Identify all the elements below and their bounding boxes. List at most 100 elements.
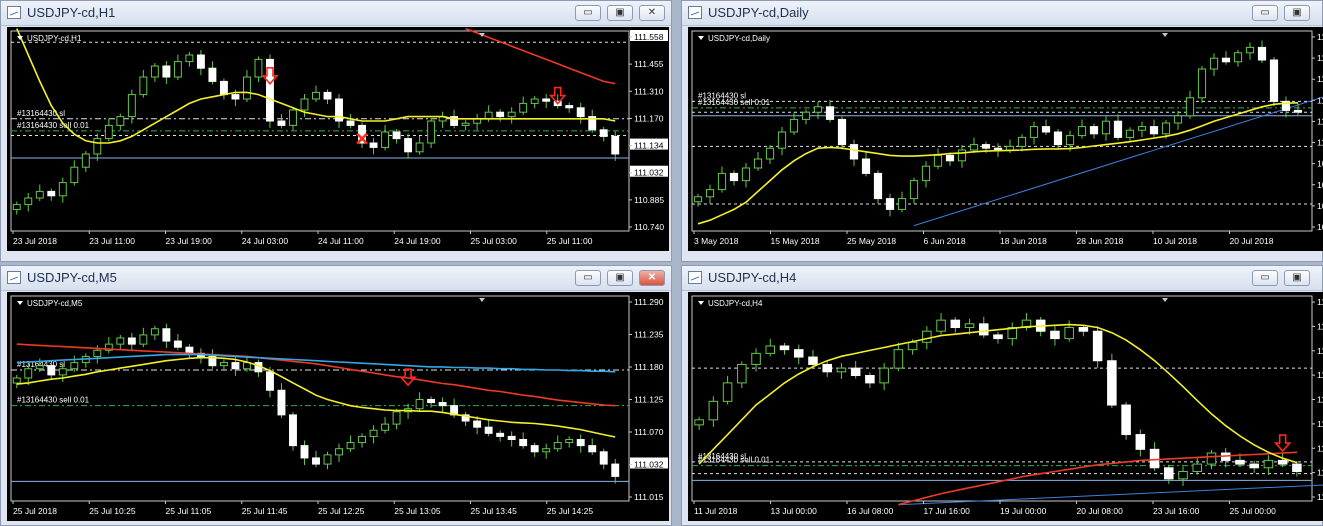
candle-body: [104, 124, 113, 140]
candle-body: [35, 190, 44, 199]
chart-window-daily[interactable]: USDJPY-cd,Daily ▭ ▣ #13164430 sl #1316443…: [681, 0, 1323, 262]
candle-body: [978, 323, 989, 336]
restore-button[interactable]: ▣: [607, 270, 633, 286]
candle-body: [1192, 463, 1203, 472]
candle-body: [1149, 126, 1159, 135]
window-title: USDJPY-cd,H1: [27, 5, 116, 20]
minimize-button[interactable]: ▭: [575, 5, 601, 21]
candle-body: [231, 94, 240, 100]
candle-body: [873, 172, 883, 200]
time-tick-label: 25 Jul 03:00: [471, 236, 518, 246]
candle-body: [1293, 109, 1303, 113]
candle-body: [150, 328, 159, 336]
price-chart[interactable]: #13164430 sl #13164430 sell 0.01 USDJPY-cd…: [7, 292, 669, 521]
time-tick-label: 25 Jul 11:05: [166, 506, 212, 516]
time-tick-label: 23 Jul 2018: [13, 236, 57, 246]
candle-body: [162, 65, 171, 78]
candle-body: [196, 54, 205, 69]
candle-body: [909, 180, 919, 200]
title-bar[interactable]: USDJPY-cd,H1 ▭ ▣ ✕: [1, 1, 671, 26]
level-label: #13164430 sell 0.01: [17, 121, 90, 130]
price-chart[interactable]: #13164430 sl #13164430 sell 0.01 USDJPY-cd…: [688, 27, 1323, 251]
title-bar[interactable]: USDJPY-cd,H4 ▭ ▣: [682, 266, 1322, 291]
candle-body: [850, 367, 861, 377]
candle-body: [693, 196, 703, 203]
candle-body: [266, 371, 274, 391]
candle-body: [312, 91, 320, 100]
restore-button[interactable]: ▣: [1284, 5, 1310, 21]
candle-body: [1092, 330, 1103, 362]
candle-body: [1089, 126, 1099, 135]
price-tick-label: 111.558: [634, 32, 664, 42]
candle-body: [599, 451, 608, 465]
candle-body: [1164, 467, 1174, 480]
candle-body: [907, 341, 918, 351]
candle-body: [1101, 120, 1111, 135]
price-tick-label: 10: [1317, 222, 1323, 232]
candle-body: [861, 158, 871, 174]
candle-body: [392, 411, 401, 425]
chart-window-h1[interactable]: USDJPY-cd,H1 ▭ ▣ ✕ #13164430 sl #13164430…: [0, 0, 672, 262]
candle-body: [173, 61, 182, 78]
window-title: USDJPY-cd,Daily: [708, 5, 809, 20]
candle-body: [777, 131, 787, 149]
candle-body: [722, 382, 733, 402]
candle-body: [964, 323, 975, 329]
price-chart[interactable]: #13164430 sl #13164430 sell 0.01 USDJPY-cd…: [688, 292, 1323, 521]
candle-body: [1041, 126, 1051, 133]
time-tick-label: 25 Jul 13:05: [394, 506, 441, 516]
price-chart[interactable]: #13164430 sl #13164430 sell 0.01 USDJPY-cd…: [7, 27, 669, 251]
restore-button[interactable]: ▣: [607, 5, 633, 21]
chart-shift-icon: [479, 298, 485, 302]
candle-body: [162, 328, 171, 342]
minimize-button[interactable]: ▭: [1252, 5, 1278, 21]
candle-body: [779, 345, 790, 351]
price-tick-label: 11: [1317, 95, 1323, 105]
level-label: #13164430 sell 0.01: [698, 456, 771, 465]
candle-body: [1077, 126, 1087, 137]
price-tick-label: 11: [1317, 32, 1323, 42]
minimize-button[interactable]: ▭: [575, 270, 601, 286]
candle-body: [885, 198, 895, 210]
price-tick-label: 111.310: [634, 86, 664, 96]
candle-body: [753, 158, 763, 169]
candle-body: [300, 445, 309, 459]
time-tick-label: 20 Jul 08:00: [1077, 506, 1124, 516]
candle-body: [1017, 136, 1027, 147]
time-tick-label: 25 Jul 10:25: [89, 506, 136, 516]
candle-body: [127, 94, 136, 118]
price-tick-label: 11: [1317, 492, 1323, 502]
candle-body: [70, 362, 79, 370]
time-tick-label: 16 Jul 08:00: [847, 506, 894, 516]
close-button[interactable]: ✕: [639, 270, 665, 286]
restore-button[interactable]: ▣: [1284, 270, 1310, 286]
candle-body: [484, 426, 493, 434]
candle-body: [981, 144, 991, 149]
candle-body: [789, 118, 799, 133]
time-tick-label: 25 Jul 13:45: [471, 506, 518, 516]
plot-frame: [691, 295, 1313, 502]
candle-body: [219, 80, 228, 96]
minimize-button[interactable]: ▭: [1252, 270, 1278, 286]
title-bar[interactable]: USDJPY-cd,M5 ▭ ▣ ✕: [1, 266, 671, 291]
plot-frame: [10, 295, 630, 502]
candle-body: [1185, 97, 1195, 117]
candle-body: [837, 118, 847, 146]
candle-body: [24, 197, 33, 206]
chart-menu-icon: [698, 36, 704, 40]
title-bar[interactable]: USDJPY-cd,Daily ▭ ▣: [682, 1, 1322, 26]
time-tick-label: 25 Jul 14:25: [547, 506, 594, 516]
chart-label: USDJPY-cd,Daily: [708, 34, 770, 43]
chart-window-m5[interactable]: USDJPY-cd,M5 ▭ ▣ ✕ #13164430 sl #13164430…: [0, 265, 672, 526]
close-button[interactable]: ✕: [639, 5, 665, 21]
chart-window-h4[interactable]: USDJPY-cd,H4 ▭ ▣ #13164430 sl #13164430 s…: [681, 265, 1323, 526]
candle-body: [47, 365, 56, 376]
candle-body: [93, 138, 102, 155]
candle-body: [415, 399, 424, 410]
candle-body: [335, 448, 343, 456]
price-tick-label: 10: [1317, 180, 1323, 190]
candle-body: [369, 142, 378, 148]
candle-body: [81, 153, 90, 168]
level-label: #13164430 sell 0.01: [17, 396, 90, 405]
candle-body: [611, 463, 620, 477]
